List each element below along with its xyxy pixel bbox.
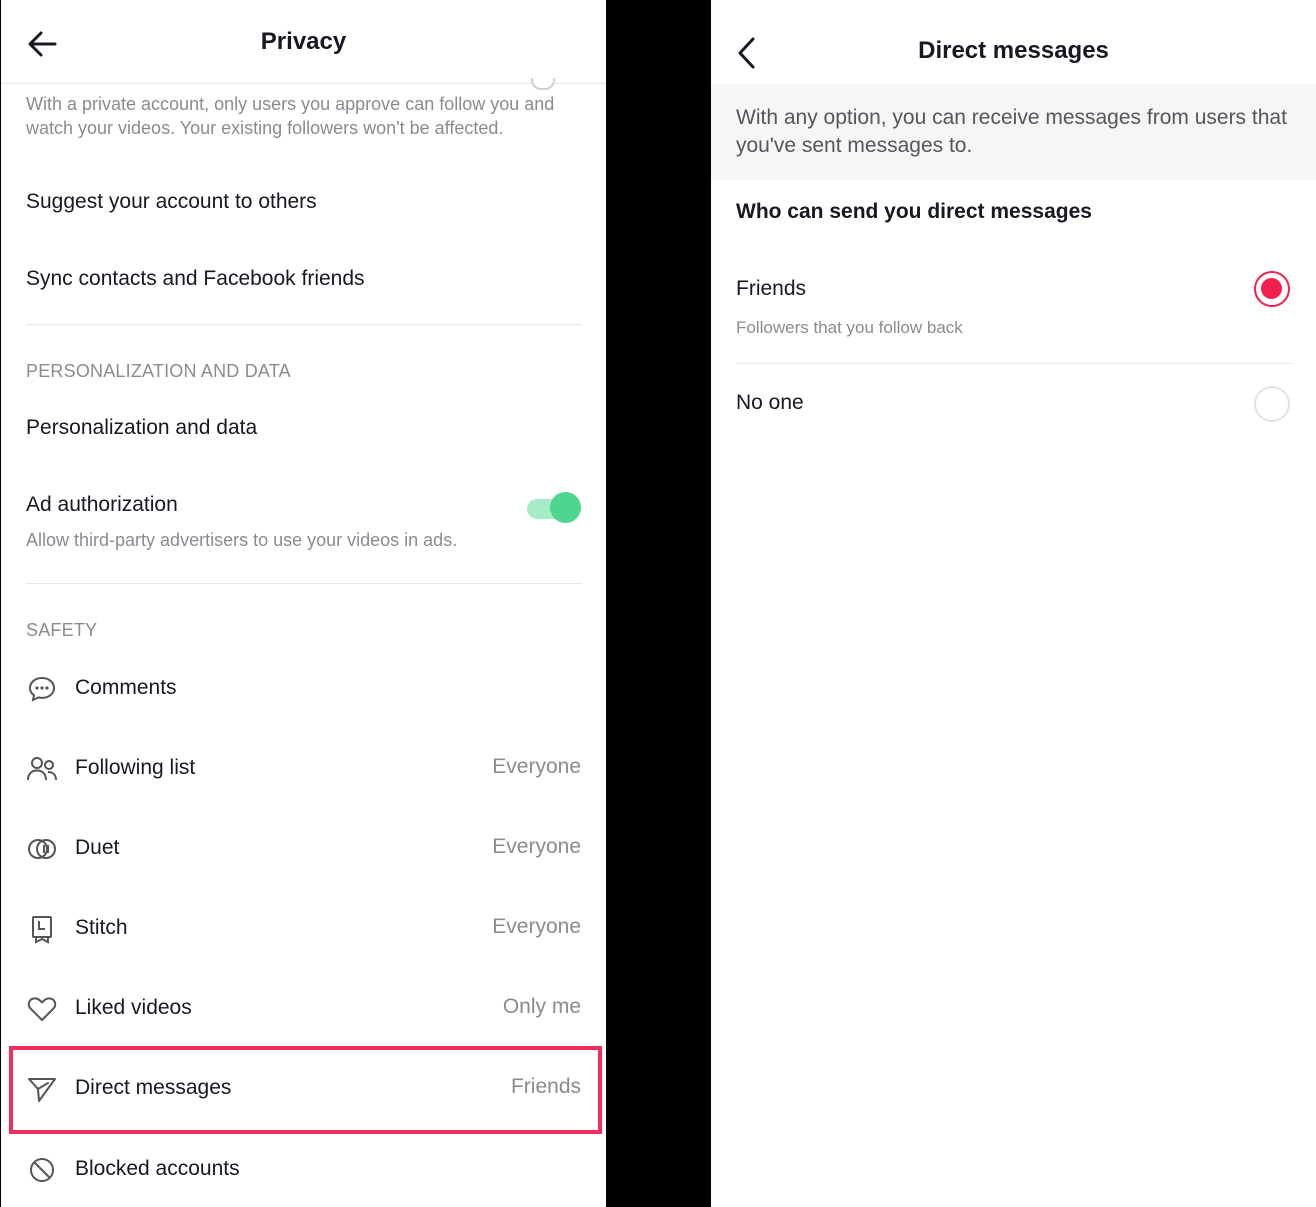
- safety-item-label: Stitch: [75, 916, 128, 939]
- safety-item-comments[interactable]: Comments: [1, 659, 606, 719]
- safety-item-stitch[interactable]: Stitch Everyone: [1, 899, 606, 959]
- dm-header: Direct messages: [711, 0, 1316, 84]
- safety-item-value: Everyone: [492, 755, 581, 778]
- blocked-icon: [30, 1158, 54, 1182]
- sync-contacts-item[interactable]: Sync contacts and Facebook friends: [26, 267, 365, 291]
- safety-item-blocked-accounts[interactable]: Blocked accounts: [1, 1140, 606, 1200]
- safety-item-liked-videos[interactable]: Liked videos Only me: [1, 979, 606, 1039]
- dm-info-text: With any option, you can receive message…: [736, 106, 1287, 157]
- option-description: Followers that you follow back: [736, 318, 963, 337]
- direct-messages-highlight: [9, 1046, 602, 1134]
- toggle-edge: [531, 78, 555, 90]
- option-label: No one: [736, 391, 804, 414]
- direct-messages-screen: Direct messages With any option, you can…: [711, 0, 1316, 1207]
- dm-section-title: Who can send you direct messages: [736, 200, 1092, 223]
- comment-icon: [28, 676, 56, 702]
- ad-authorization-label: Ad authorization: [26, 493, 178, 516]
- divider: [26, 324, 582, 325]
- privacy-header: Privacy: [1, 0, 606, 84]
- safety-item-value: Everyone: [492, 915, 581, 938]
- page-title: Direct messages: [918, 37, 1109, 64]
- stitch-icon: [32, 916, 52, 944]
- option-no-one[interactable]: No one: [711, 364, 1316, 444]
- dm-info-banner: With any option, you can receive message…: [711, 84, 1316, 180]
- safety-section-header: SAFETY: [26, 620, 98, 640]
- following-icon: [27, 757, 57, 781]
- divider: [26, 583, 582, 584]
- safety-item-value: Everyone: [492, 835, 581, 858]
- safety-item-duet[interactable]: Duet Everyone: [1, 819, 606, 879]
- safety-item-label: Following list: [75, 756, 196, 779]
- suggest-account-item[interactable]: Suggest your account to others: [26, 190, 317, 214]
- safety-item-label: Duet: [75, 836, 120, 859]
- personalization-section-header: PERSONALIZATION AND DATA: [26, 361, 291, 381]
- heart-icon: [27, 997, 57, 1021]
- radio-selected[interactable]: [1254, 271, 1290, 307]
- radio-unselected[interactable]: [1254, 386, 1290, 422]
- duet-icon: [28, 839, 56, 859]
- personalization-item[interactable]: Personalization and data: [26, 416, 257, 440]
- option-label: Friends: [736, 277, 807, 300]
- page-title: Privacy: [260, 28, 347, 55]
- safety-item-label: Blocked accounts: [75, 1157, 240, 1180]
- safety-item-label: Comments: [75, 676, 177, 699]
- option-friends[interactable]: Friends Followers that you follow back: [711, 250, 1316, 363]
- privacy-screen: Privacy With a private account, only use…: [1, 0, 606, 1207]
- ad-authorization-toggle[interactable]: [525, 491, 583, 525]
- safety-item-value: Only me: [502, 995, 581, 1018]
- toggle-knob: [550, 492, 581, 523]
- safety-item-following-list[interactable]: Following list Everyone: [1, 739, 606, 799]
- ad-authorization-description: Allow third-party advertisers to use you…: [26, 530, 458, 550]
- safety-item-label: Liked videos: [75, 996, 192, 1019]
- private-account-description: With a private account, only users you a…: [26, 94, 555, 138]
